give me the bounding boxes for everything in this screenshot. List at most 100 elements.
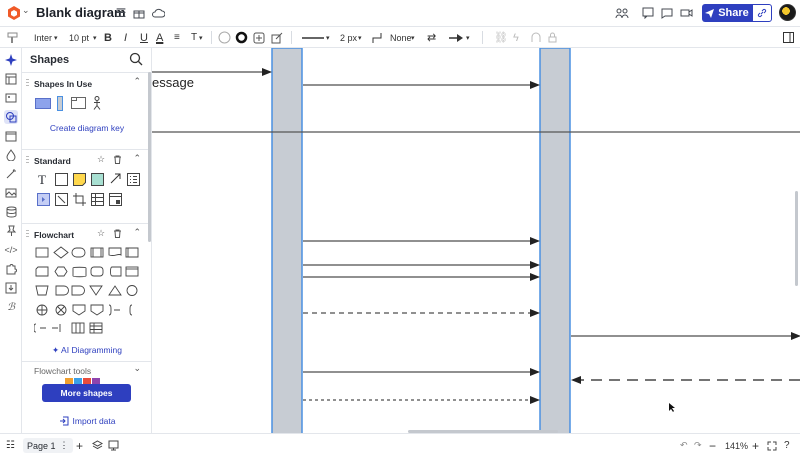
image-icon[interactable] — [4, 91, 18, 105]
menu-icon[interactable]: ☰ — [113, 5, 129, 21]
text-options-button[interactable]: T — [191, 30, 197, 45]
panel-toggle-icon[interactable] — [783, 30, 794, 45]
chat-icon[interactable] — [659, 5, 675, 21]
data-icon[interactable] — [531, 30, 541, 45]
layers-icon[interactable] — [92, 439, 103, 452]
chevron-up-icon[interactable]: ⌃ — [133, 153, 141, 164]
underline-button[interactable]: U — [140, 30, 148, 45]
video-icon[interactable] — [678, 5, 694, 21]
table-shape[interactable] — [91, 193, 104, 206]
lifeline-bar[interactable] — [271, 48, 303, 433]
italic-button[interactable]: I — [124, 30, 127, 45]
list-shape[interactable] — [127, 173, 140, 186]
sequence-diagram[interactable] — [152, 48, 800, 433]
flowchart-shape-grid[interactable] — [34, 246, 144, 342]
avatar[interactable] — [779, 4, 796, 21]
container-shape[interactable] — [109, 193, 122, 206]
lucid-logo-icon[interactable] — [7, 6, 21, 20]
line-end-select[interactable] — [449, 30, 463, 45]
swap-arrows-icon[interactable]: ⇄ — [427, 30, 436, 45]
style-icon[interactable] — [271, 30, 283, 45]
formula-icon[interactable]: ℬ — [4, 300, 18, 314]
page-tab[interactable]: Page 1 ⋮ — [23, 438, 73, 453]
sticky-note-shape[interactable] — [73, 173, 86, 186]
drag-handle[interactable] — [26, 156, 29, 165]
import-icon[interactable] — [4, 281, 18, 295]
templates-icon[interactable] — [4, 72, 18, 86]
code-icon[interactable]: </> — [4, 243, 18, 257]
arrow-shape[interactable] — [110, 173, 121, 184]
present-icon[interactable] — [108, 439, 119, 452]
chevron-down-icon[interactable]: ⌄ — [22, 5, 30, 16]
chevron-down-icon[interactable]: ⌄ — [133, 363, 141, 374]
fill-color-icon[interactable] — [218, 30, 231, 45]
line-style-select[interactable] — [302, 30, 324, 45]
pin-icon[interactable] — [4, 224, 18, 238]
chevron-up-icon[interactable]: ⌃ — [133, 76, 141, 87]
frame-crop-shape[interactable] — [73, 193, 86, 206]
frame-shape[interactable] — [71, 97, 86, 109]
trash-icon[interactable] — [113, 155, 122, 164]
chevron-down-icon[interactable]: ▾ — [93, 30, 97, 45]
link-icon[interactable]: ⛓ — [494, 30, 508, 45]
add-page-button[interactable]: + — [76, 439, 83, 453]
line-color-icon[interactable] — [235, 30, 248, 45]
page-list-icon[interactable]: ☷ — [6, 439, 15, 452]
copy-link-button[interactable] — [752, 4, 772, 22]
zoom-in-button[interactable]: + — [752, 439, 759, 453]
frame-icon[interactable] — [4, 129, 18, 143]
chevron-down-icon[interactable]: ▾ — [199, 30, 203, 45]
text-shape[interactable]: T — [38, 172, 46, 188]
drag-handle[interactable] — [26, 79, 29, 88]
chevron-down-icon[interactable]: ▾ — [358, 30, 362, 45]
puzzle-icon[interactable] — [4, 262, 18, 276]
zoom-level[interactable]: 141% — [725, 439, 748, 452]
undo-icon[interactable]: ↶ — [680, 439, 688, 452]
import-data-button[interactable]: Import data — [22, 416, 151, 426]
more-options-icon[interactable]: ⋮ — [60, 440, 69, 451]
actor-shape[interactable] — [93, 96, 101, 110]
align-icon[interactable]: ≡ — [174, 30, 180, 45]
trash-icon[interactable] — [113, 229, 122, 238]
image-placeholder-shape[interactable] — [55, 193, 68, 206]
star-icon[interactable]: ☆ — [97, 154, 105, 165]
rectangle-shape[interactable] — [55, 173, 68, 186]
cloud-saved-icon[interactable] — [150, 5, 166, 21]
shape-options-icon[interactable] — [253, 30, 265, 45]
fit-screen-icon[interactable] — [767, 439, 777, 452]
magic-wand-icon[interactable] — [4, 167, 18, 181]
database-icon[interactable] — [4, 205, 18, 219]
gallery-icon[interactable] — [4, 186, 18, 200]
comment-icon[interactable] — [640, 5, 656, 21]
chevron-down-icon[interactable]: ▾ — [326, 30, 330, 45]
lifeline-shape[interactable] — [57, 96, 63, 111]
lightning-icon[interactable]: ϟ — [513, 30, 519, 45]
ai-diagramming-link[interactable]: ✦ AI Diagramming — [22, 345, 151, 356]
process-shape[interactable] — [35, 98, 51, 109]
font-select[interactable]: Inter — [34, 30, 52, 45]
collaborators-icon[interactable] — [614, 5, 630, 21]
process-shape[interactable] — [37, 193, 50, 206]
ai-sparkle-icon[interactable] — [4, 53, 18, 67]
diagram-canvas[interactable]: essage — [152, 48, 800, 433]
zoom-out-button[interactable]: − — [709, 439, 716, 453]
help-icon[interactable]: ? — [784, 439, 790, 452]
line-shape-icon[interactable] — [372, 30, 382, 45]
message-label[interactable]: essage — [152, 75, 194, 90]
chevron-down-icon[interactable]: ▾ — [54, 30, 58, 45]
line-start-select[interactable]: None — [390, 30, 412, 45]
search-icon[interactable] — [129, 52, 143, 66]
chevron-down-icon[interactable]: ▾ — [411, 30, 415, 45]
text-color-button[interactable]: A — [156, 30, 163, 45]
drop-icon[interactable] — [4, 148, 18, 162]
gift-icon[interactable] — [131, 5, 147, 21]
create-diagram-key-link[interactable]: Create diagram key — [22, 123, 151, 133]
chevron-up-icon[interactable]: ⌃ — [133, 227, 141, 238]
lock-icon[interactable] — [548, 30, 557, 45]
chevron-down-icon[interactable]: ▾ — [466, 30, 470, 45]
font-size-select[interactable]: 10 pt — [69, 30, 89, 45]
shapes-icon[interactable] — [4, 110, 18, 124]
bold-button[interactable]: B — [104, 30, 112, 45]
line-width-select[interactable]: 2 px — [340, 30, 357, 45]
drag-handle[interactable] — [26, 230, 29, 239]
